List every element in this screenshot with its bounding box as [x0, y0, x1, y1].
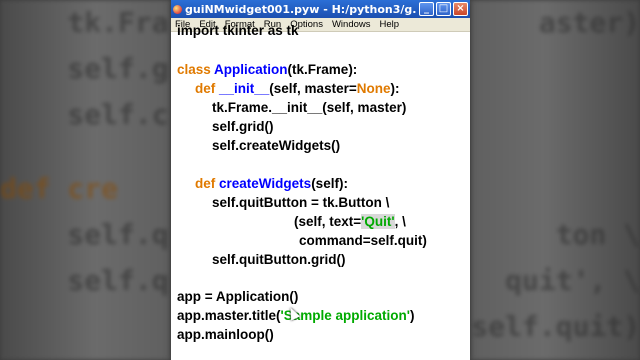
minimize-button[interactable]: _ — [419, 2, 434, 16]
code-line-quit-grid: self.quitButton.grid() — [212, 252, 346, 267]
function-name-init: __init__ — [219, 81, 270, 96]
code-line-class: class Application(tk.Frame): — [177, 62, 357, 77]
class-name: Application — [214, 62, 288, 77]
quit-args-start: (self, text= — [294, 214, 362, 229]
function-name-create-widgets: createWidgets — [219, 176, 312, 191]
code-line-def-init: def __init__(self, master=None): — [195, 81, 399, 96]
code-line-quit-args: (self, text='Quit', \ — [294, 214, 406, 229]
keyword-def: def — [195, 81, 216, 96]
title-call-end: ) — [409, 308, 415, 323]
code-line-grid: self.grid() — [212, 119, 274, 134]
create-widgets-params: (self): — [311, 176, 348, 191]
code-line-app: app = Application() — [177, 289, 299, 304]
code-line-def-create-widgets: def createWidgets(self): — [195, 176, 348, 191]
keyword-none: None — [356, 81, 391, 96]
class-bases: (tk.Frame): — [287, 62, 358, 77]
close-button[interactable]: × — [453, 2, 468, 16]
window-title: guiNMwidget001.pyw - H:/python3/g... — [185, 2, 417, 16]
code-editor[interactable]: import tkinter as tk class Application(t… — [171, 23, 470, 360]
menu-windows[interactable]: Windows — [332, 19, 371, 30]
quit-args-end: , \ — [394, 214, 406, 229]
python-app-icon — [173, 4, 182, 14]
code-line-create-widgets-call: self.createWidgets() — [212, 138, 341, 153]
code-line-command: command=self.quit) — [299, 233, 427, 248]
maximize-button[interactable]: □ — [436, 2, 451, 16]
title-bar[interactable]: guiNMwidget001.pyw - H:/python3/g... _ □… — [171, 0, 470, 18]
code-line-frame-init: tk.Frame.__init__(self, master) — [212, 100, 407, 115]
keyword-def: def — [195, 176, 216, 191]
string-quit: 'Quit' — [361, 214, 395, 229]
title-call-start: app.master.title( — [177, 308, 281, 323]
code-line-mainloop: app.mainloop() — [177, 327, 274, 342]
keyword-class: class — [177, 62, 211, 77]
init-params-end: ): — [390, 81, 400, 96]
code-line-quit-button: self.quitButton = tk.Button \ — [212, 195, 390, 210]
menu-help[interactable]: Help — [380, 19, 400, 30]
idle-editor-window: guiNMwidget001.pyw - H:/python3/g... _ □… — [171, 0, 470, 360]
init-params: (self, master= — [269, 81, 357, 96]
code-line-import: import tkinter as tk — [177, 23, 299, 38]
